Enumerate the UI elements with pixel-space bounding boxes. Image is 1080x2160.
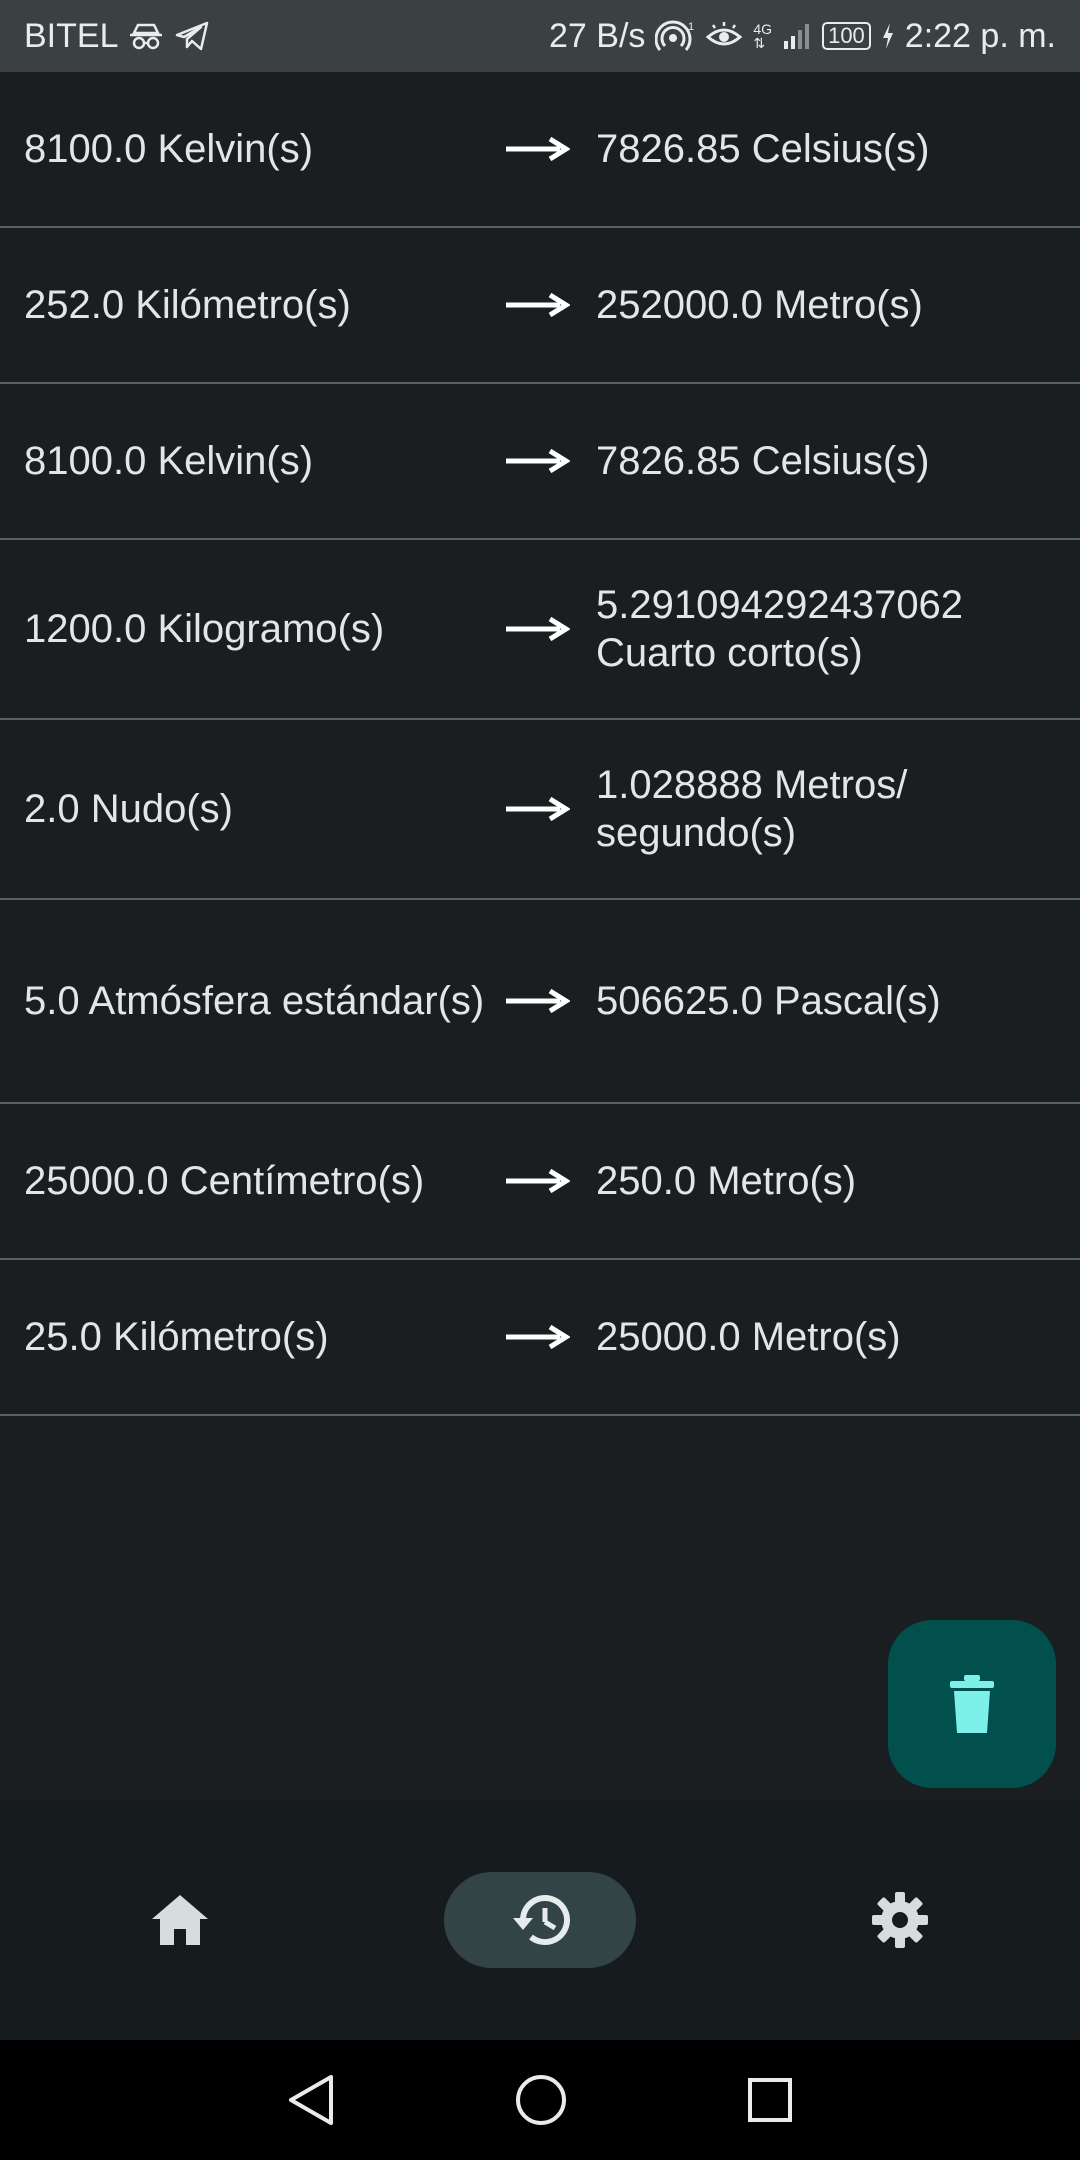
source-value: 2.0 Nudo(s) [24,787,233,831]
source-value: 5.0 Atmósfera estándar(s) [24,979,485,1023]
result-value: 7826.85 Celsius(s) [596,127,930,171]
gear-icon [872,1892,928,1948]
data-arrows-icon: ⇅ [753,35,766,51]
result-value: 5.291094292437062 Cuarto corto(s) [596,583,964,675]
arrow-right-icon [504,1322,596,1352]
bottom-navigation [0,1800,1080,2040]
history-list: 8100.0 Kelvin(s) 7826.85 Celsius(s) 252.… [0,72,1080,1416]
signal-icon [784,24,810,49]
carrier-label: BITEL [24,16,119,55]
telegram-icon [176,21,209,51]
result-value: 506625.0 Pascal(s) [596,979,941,1023]
hotspot-icon: 1 [655,20,695,51]
battery-level: 100 [828,23,865,48]
arrow-right-icon [504,1166,596,1196]
status-left: BITEL [24,17,210,56]
result-value: 7826.85 Celsius(s) [596,439,930,483]
history-row[interactable]: 8100.0 Kelvin(s) 7826.85 Celsius(s) [0,72,1080,228]
source-value: 1200.0 Kilogramo(s) [24,607,385,651]
net-speed-label: 27 B/s [549,16,646,55]
arrow-right-icon [504,794,596,824]
arrow-right-icon [504,134,596,164]
nav-history[interactable] [444,1872,636,1968]
nav-home[interactable] [84,1872,276,1968]
result-value: 252000.0 Metro(s) [596,283,923,327]
nav-settings[interactable] [804,1872,996,1968]
network-type-indicator: 4G ⇅ [753,22,772,50]
eye-comfort-icon [706,22,743,46]
battery-indicator: 100 [822,22,871,50]
source-value: 8100.0 Kelvin(s) [24,439,314,483]
result-value: 25000.0 Metro(s) [596,1315,901,1359]
history-row[interactable]: 5.0 Atmósfera estándar(s) 506625.0 Pasca… [0,900,1080,1104]
source-value: 8100.0 Kelvin(s) [24,127,314,171]
charging-icon [882,23,893,49]
arrow-right-icon [504,446,596,476]
network-type-label: 4G [753,21,773,37]
status-right: 27 B/s 1 4G ⇅ 100 2:22 p. m. [549,17,1056,56]
history-row[interactable]: 1200.0 Kilogramo(s) 5.291094292437062 Cu… [0,540,1080,720]
status-bar: BITEL 27 B/s 1 4G ⇅ 100 2:22 p. m. [0,0,1080,72]
svg-text:1: 1 [688,21,694,33]
source-value: 25.0 Kilómetro(s) [24,1315,329,1359]
arrow-right-icon [504,986,596,1016]
trash-icon [950,1675,994,1733]
history-row[interactable]: 8100.0 Kelvin(s) 7826.85 Celsius(s) [0,384,1080,540]
home-circle-icon[interactable] [515,2074,567,2126]
result-value: 1.028888 Metros/ segundo(s) [596,763,908,855]
system-navigation-bar [0,2040,1080,2160]
clock: 2:22 p. m. [904,16,1056,55]
history-icon [513,1895,570,1946]
home-icon [152,1895,208,1945]
history-row[interactable]: 2.0 Nudo(s) 1.028888 Metros/ segundo(s) [0,720,1080,900]
arrow-right-icon [504,614,596,644]
recents-icon[interactable] [747,2077,793,2123]
history-row[interactable]: 252.0 Kilómetro(s) 252000.0 Metro(s) [0,228,1080,384]
delete-history-button[interactable] [888,1620,1056,1788]
history-row[interactable]: 25000.0 Centímetro(s) 250.0 Metro(s) [0,1104,1080,1260]
back-icon[interactable] [287,2074,335,2126]
incognito-icon [130,23,163,50]
result-value: 250.0 Metro(s) [596,1159,857,1203]
history-row[interactable]: 25.0 Kilómetro(s) 25000.0 Metro(s) [0,1260,1080,1416]
source-value: 252.0 Kilómetro(s) [24,283,351,327]
source-value: 25000.0 Centímetro(s) [24,1159,425,1203]
arrow-right-icon [504,290,596,320]
